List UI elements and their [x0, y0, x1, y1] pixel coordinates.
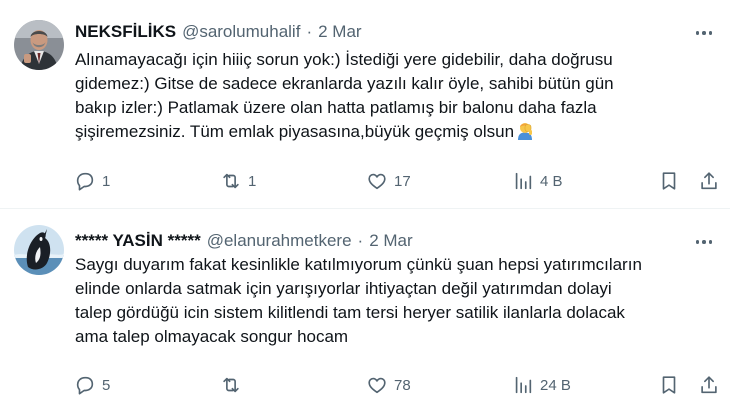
avatar-photo	[14, 20, 64, 70]
reply-icon	[76, 172, 94, 191]
reply-button[interactable]: 5	[74, 370, 110, 400]
more-icon[interactable]	[692, 230, 716, 254]
tweet-actions: 5 78 24 B	[66, 370, 726, 400]
like-icon	[368, 377, 386, 394]
tweet-text-line: elinde onlarda satmak için yarışıyorlar …	[75, 279, 612, 298]
tweet-date[interactable]: 2 Mar	[369, 231, 412, 251]
tweet-actions: 1 1 17 4 B	[66, 166, 726, 196]
author-handle[interactable]: @elanurahmetkere	[207, 231, 352, 251]
bookmark-button[interactable]	[658, 370, 680, 400]
bookmark-icon	[662, 172, 676, 190]
reply-count: 1	[102, 172, 111, 190]
views-icon	[515, 376, 532, 394]
like-button[interactable]: 17	[366, 166, 411, 196]
person-facepalming-emoji	[518, 123, 533, 140]
tweet-text-line: gidemez:) Gitse de sadece ekranlarda yaz…	[75, 74, 614, 93]
views-count: 4 B	[540, 172, 563, 190]
tweet-text: Saygı duyarım fakat kesinlikle katılmıyo…	[75, 253, 715, 349]
avatar[interactable]	[14, 225, 64, 275]
share-icon	[701, 172, 717, 190]
author-name[interactable]: ***** YASİN *****	[75, 231, 201, 251]
share-button[interactable]	[698, 370, 720, 400]
tweet-text-line: Saygı duyarım fakat kesinlikle katılmıyo…	[75, 255, 642, 274]
repost-icon	[223, 377, 239, 393]
reply-button[interactable]: 1	[74, 166, 110, 196]
like-count: 17	[394, 172, 411, 190]
repost-button[interactable]: 1	[220, 166, 256, 196]
separator-dot: ·	[306, 22, 313, 41]
like-icon	[368, 173, 386, 190]
share-button[interactable]	[698, 166, 720, 196]
tweet-header: NEKSFİLİKS @sarolumuhalif · 2 Mar	[75, 20, 362, 44]
repost-button[interactable]	[220, 370, 248, 400]
tweet-text-line: şişiremezsiniz. Tüm emlak piyasasına,büy…	[75, 120, 715, 144]
tweet[interactable]: ***** YASİN ***** @elanurahmetkere · 2 M…	[0, 209, 730, 420]
bookmark-button[interactable]	[658, 166, 680, 196]
repost-icon	[223, 173, 239, 189]
tweet-text: Alınamayacağı için hiiiç sorun yok:) İst…	[75, 48, 715, 144]
tweet-date[interactable]: 2 Mar	[318, 22, 361, 42]
tweet-text-line: ama talep olmayacak songur hocam	[75, 327, 349, 346]
tweet-text-line: Alınamayacağı için hiiiç sorun yok:) İst…	[75, 50, 613, 69]
author-name[interactable]: NEKSFİLİKS	[75, 22, 176, 42]
views-button[interactable]: 4 B	[512, 166, 563, 196]
views-count: 24 B	[540, 376, 571, 394]
separator-dot: ·	[357, 231, 364, 250]
tweet-text-line: bakıp izler:) Patlamak üzere olan hatta …	[75, 98, 597, 117]
share-icon	[701, 376, 717, 394]
like-button[interactable]: 78	[366, 370, 411, 400]
reply-icon	[76, 376, 94, 395]
views-button[interactable]: 24 B	[512, 370, 571, 400]
views-icon	[515, 172, 532, 190]
bookmark-icon	[662, 376, 676, 394]
avatar[interactable]	[14, 20, 64, 70]
like-count: 78	[394, 376, 411, 394]
tweet-text-line: talep gördüğü icin sistem kilitlendi tam…	[75, 303, 625, 322]
author-handle[interactable]: @sarolumuhalif	[182, 22, 300, 42]
tweet[interactable]: NEKSFİLİKS @sarolumuhalif · 2 Mar Alınam…	[0, 0, 730, 208]
reply-count: 5	[102, 376, 111, 394]
more-icon[interactable]	[692, 21, 716, 45]
avatar-photo	[14, 225, 64, 275]
repost-count: 1	[248, 172, 257, 190]
tweet-header: ***** YASİN ***** @elanurahmetkere · 2 M…	[75, 229, 413, 253]
